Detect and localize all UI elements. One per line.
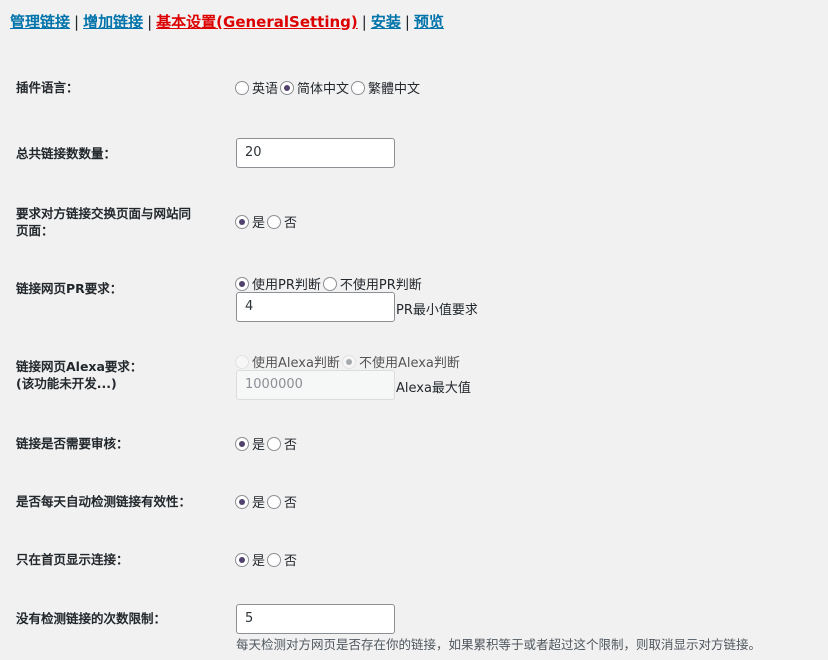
same-page-no-radio[interactable] [267, 214, 282, 229]
alexa-use-radio [235, 354, 249, 369]
daily-check-label: 是否每天自动检测链接有效性： [16, 494, 192, 509]
check-limit-input[interactable]: 5 [236, 604, 395, 634]
nav-separator: | [404, 13, 410, 31]
homepage-only-options: 是 否 [235, 550, 299, 569]
settings-nav: 管理链接 | 增加链接 | 基本设置(GeneralSetting) | 安装 | 预览 [10, 11, 444, 32]
alexa-label: 链接网页Alexa要求： (该功能未开发...) [16, 358, 142, 392]
same-page-label: 要求对方链接交换页面与网站同 页面： [16, 205, 191, 239]
pr-options: 使用PR判断 不使用PR判断 [235, 274, 424, 293]
homepage-only-label: 只在首页显示连接： [16, 552, 129, 567]
alexa-max-input: 1000000 [236, 370, 395, 400]
homepage-only-no-label: 否 [284, 554, 298, 569]
language-label: 插件语言： [16, 80, 79, 95]
review-yes-label: 是 [252, 438, 266, 453]
review-options: 是 否 [235, 434, 299, 453]
daily-check-options: 是 否 [235, 492, 299, 511]
pr-use-radio[interactable] [235, 276, 249, 291]
pr-label: 链接网页PR要求： [16, 281, 123, 296]
language-traditional-label: 繁體中文 [368, 82, 421, 97]
nav-preview[interactable]: 预览 [414, 13, 444, 31]
pr-use-label: 使用PR判断 [252, 278, 321, 293]
nav-separator: | [147, 13, 153, 31]
homepage-only-yes-label: 是 [252, 554, 266, 569]
total-links-input[interactable]: 20 [236, 138, 395, 168]
alexa-max-suffix: Alexa最大值 [396, 381, 471, 396]
total-links-label: 总共链接数数量： [16, 146, 117, 161]
daily-check-no-radio[interactable] [267, 494, 282, 509]
nav-separator: | [74, 13, 80, 31]
alexa-options: 使用Alexa判断 不使用Alexa判断 [235, 352, 462, 371]
check-limit-description: 每天检测对方网页是否存在你的链接，如果累积等于或者超过这个限制，则取消显示对方链… [236, 637, 762, 652]
alexa-no-use-label: 不使用Alexa判断 [358, 356, 460, 371]
nav-manage-links[interactable]: 管理链接 [10, 13, 70, 31]
nav-add-link[interactable]: 增加链接 [83, 13, 143, 31]
nav-separator: | [361, 13, 367, 31]
check-limit-label: 没有检测链接的次数限制： [16, 611, 167, 626]
review-label: 链接是否需要审核： [16, 436, 129, 451]
language-options: 英语 简体中文 繁體中文 [235, 78, 422, 97]
language-simplified-label: 简体中文 [297, 82, 350, 97]
daily-check-yes-label: 是 [252, 496, 266, 511]
alexa-use-label: 使用Alexa判断 [252, 356, 340, 371]
same-page-no-label: 否 [284, 216, 298, 231]
nav-general-settings[interactable]: 基本设置(GeneralSetting) [156, 13, 358, 31]
same-page-label-line2: 页面： [16, 223, 54, 238]
same-page-yes-label: 是 [252, 216, 266, 231]
pr-no-use-radio[interactable] [322, 276, 337, 291]
alexa-no-use-radio [341, 354, 356, 369]
homepage-only-no-radio[interactable] [267, 552, 282, 567]
same-page-yes-radio[interactable] [235, 214, 249, 229]
daily-check-no-label: 否 [284, 496, 298, 511]
review-no-label: 否 [284, 438, 298, 453]
review-yes-radio[interactable] [235, 436, 249, 451]
pr-min-input[interactable]: 4 [236, 292, 395, 322]
pr-no-use-label: 不使用PR判断 [339, 278, 422, 293]
alexa-label-line1: 链接网页Alexa要求： [16, 359, 143, 374]
language-simplified-radio[interactable] [280, 80, 295, 95]
language-english-label: 英语 [252, 82, 279, 97]
same-page-options: 是 否 [235, 212, 299, 231]
pr-min-suffix: PR最小值要求 [396, 303, 478, 318]
nav-install[interactable]: 安装 [371, 13, 401, 31]
homepage-only-yes-radio[interactable] [235, 552, 249, 567]
alexa-label-line2: (该功能未开发...) [16, 376, 117, 391]
language-english-radio[interactable] [235, 80, 249, 95]
same-page-label-line1: 要求对方链接交换页面与网站同 [16, 206, 192, 221]
daily-check-yes-radio[interactable] [235, 494, 249, 509]
language-traditional-radio[interactable] [351, 80, 366, 95]
review-no-radio[interactable] [267, 436, 282, 451]
